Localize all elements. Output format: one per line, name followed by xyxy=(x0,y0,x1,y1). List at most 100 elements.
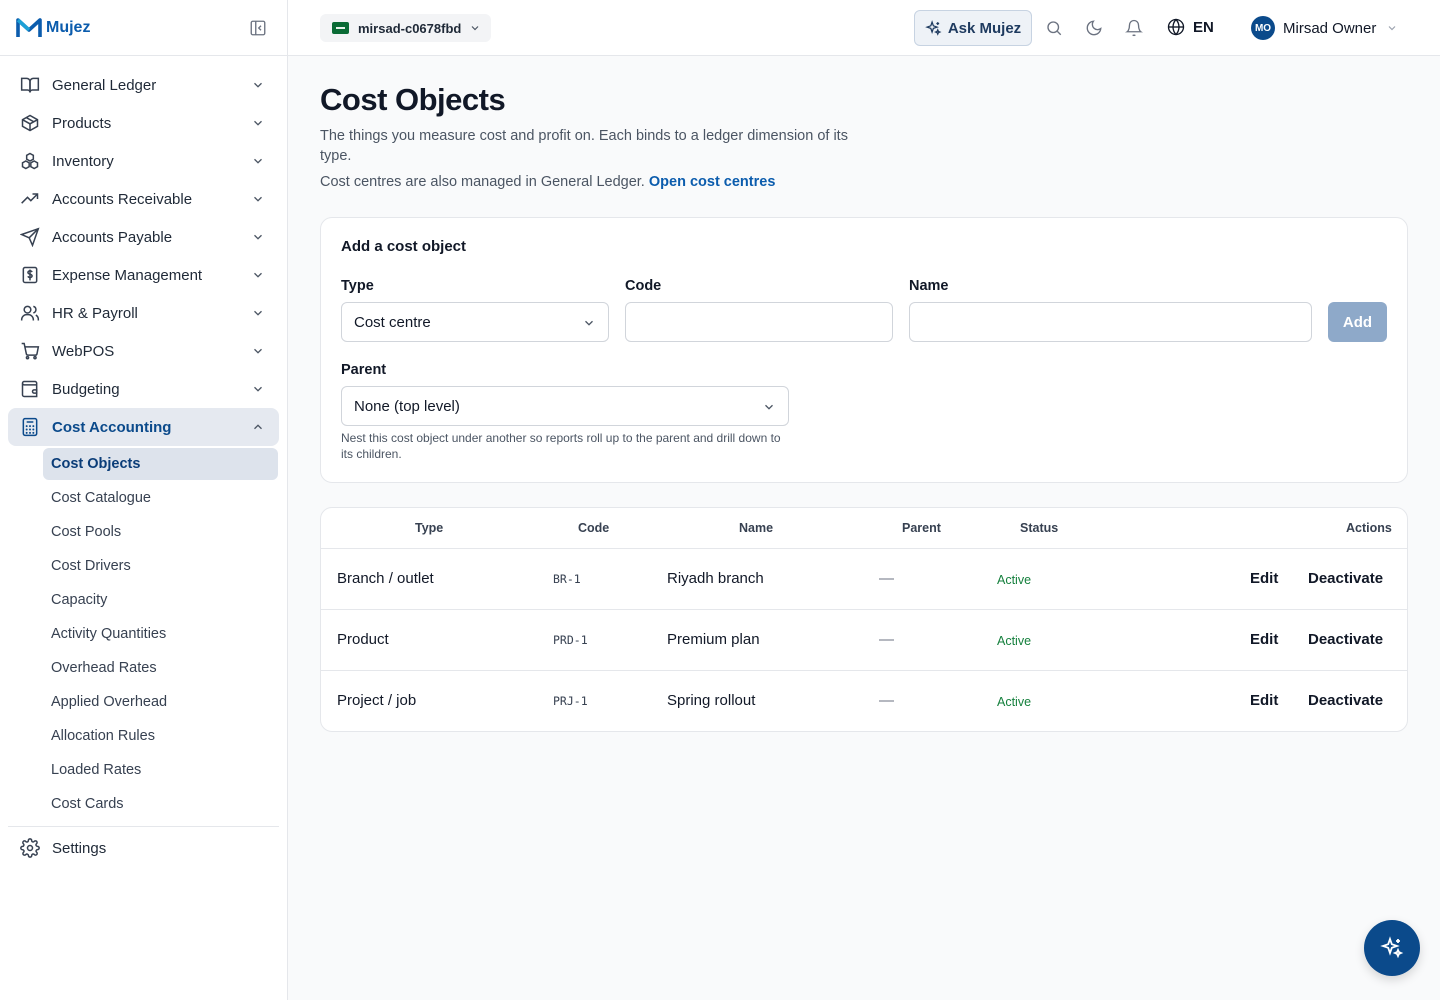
type-select[interactable]: Cost centre xyxy=(341,302,609,342)
subnav-item-allocation-rules[interactable]: Allocation Rules xyxy=(43,720,278,752)
chevron-down-icon xyxy=(254,310,262,316)
add-button[interactable]: Add xyxy=(1328,302,1387,342)
page-description: The things you measure cost and profit o… xyxy=(320,128,848,164)
sidebar-item-inventory[interactable]: Inventory xyxy=(8,142,279,180)
sidebar-item-cost-accounting[interactable]: Cost Accounting xyxy=(8,408,279,446)
column-header-parent[interactable]: Parent xyxy=(902,521,941,535)
search-icon[interactable] xyxy=(1045,19,1063,37)
wallet-icon xyxy=(21,380,38,398)
cell-code: PRD-1 xyxy=(553,633,588,647)
add-cost-object-form: Add a cost object Type Cost centre Code … xyxy=(320,217,1408,483)
column-header-actions: Actions xyxy=(1346,521,1392,535)
cell-type: Product xyxy=(337,631,389,648)
page-title: Cost Objects xyxy=(320,82,506,117)
language-label: EN xyxy=(1193,18,1214,36)
users-icon xyxy=(20,305,40,321)
sidebar-item-label: HR & Payroll xyxy=(52,304,138,322)
chevron-down-icon xyxy=(254,158,262,164)
bell-icon[interactable] xyxy=(1125,19,1143,37)
edit-button[interactable]: Edit xyxy=(1250,570,1278,587)
cell-code: BR-1 xyxy=(553,572,581,586)
ask-mujez-label: Ask Mujez xyxy=(947,19,1022,37)
sidebar-item-accounts-receivable[interactable]: Accounts Receivable xyxy=(8,180,279,218)
chevron-down-icon xyxy=(254,82,262,88)
chevron-down-icon xyxy=(254,348,262,354)
subnav-item-cost-drivers[interactable]: Cost Drivers xyxy=(43,550,278,582)
moon-icon[interactable] xyxy=(1085,19,1103,37)
org-switcher[interactable]: mirsad-c0678fbd xyxy=(320,14,492,42)
sidebar-item-settings[interactable]: Settings xyxy=(8,829,279,867)
cell-parent: — xyxy=(879,570,894,587)
subnav-item-cost-objects[interactable]: Cost Objects xyxy=(43,448,278,480)
cost-objects-table: Type Code Name Parent Status Actions Bra… xyxy=(320,507,1408,732)
column-header-status[interactable]: Status xyxy=(1020,521,1058,535)
sparkles-icon xyxy=(924,19,942,36)
subnav-item-cost-catalogue[interactable]: Cost Catalogue xyxy=(43,482,278,514)
type-label: Type xyxy=(341,278,374,294)
sidebar-item-products[interactable]: Products xyxy=(8,104,279,142)
ai-assistant-fab[interactable] xyxy=(1364,920,1420,976)
parent-label: Parent xyxy=(341,362,387,378)
cost-accounting-subnav: Cost Objects Cost Catalogue Cost Pools C… xyxy=(0,448,287,820)
language-switcher[interactable]: EN xyxy=(1167,18,1214,36)
brand: Mujez xyxy=(0,0,287,56)
cell-code: PRJ-1 xyxy=(553,694,588,708)
chevron-down-icon xyxy=(765,404,773,410)
sidebar-item-budgeting[interactable]: Budgeting xyxy=(8,370,279,408)
brand-name: Mujez xyxy=(46,18,91,36)
sidebar-item-accounts-payable[interactable]: Accounts Payable xyxy=(8,218,279,256)
globe-icon xyxy=(1167,18,1185,36)
sidebar-item-label: Settings xyxy=(52,839,107,857)
subnav-item-cost-cards[interactable]: Cost Cards xyxy=(43,788,278,820)
chevron-down-icon xyxy=(254,196,262,202)
column-header-code[interactable]: Code xyxy=(578,521,609,535)
sidebar-item-label: Cost Accounting xyxy=(52,418,172,436)
sidebar-divider xyxy=(8,826,279,827)
subnav-item-overhead-rates[interactable]: Overhead Rates xyxy=(43,652,278,684)
top-bar: mirsad-c0678fbd Ask Mujez EN MO Mirsad O… xyxy=(288,0,1440,56)
name-input[interactable] xyxy=(909,302,1312,342)
column-header-name[interactable]: Name xyxy=(739,521,773,535)
deactivate-button[interactable]: Deactivate xyxy=(1308,570,1383,587)
sidebar-item-expense-management[interactable]: Expense Management xyxy=(8,256,279,294)
cell-name: Premium plan xyxy=(667,631,760,648)
chevron-down-icon xyxy=(1388,26,1396,31)
form-title: Add a cost object xyxy=(341,238,467,255)
sidebar-item-general-ledger[interactable]: General Ledger xyxy=(8,66,279,104)
collapse-sidebar-icon[interactable] xyxy=(249,19,267,37)
sidebar-item-webpos[interactable]: WebPOS xyxy=(8,332,279,370)
table-row: Product PRD-1 Premium plan — Active Edit… xyxy=(321,610,1407,671)
parent-help-text: Nest this cost object under another so r… xyxy=(341,431,781,461)
deactivate-button[interactable]: Deactivate xyxy=(1308,631,1383,648)
book-icon xyxy=(20,77,40,93)
chevron-down-icon xyxy=(471,26,479,31)
sidebar-item-label: Accounts Receivable xyxy=(52,190,193,208)
user-menu[interactable]: MO Mirsad Owner xyxy=(1251,16,1398,40)
sparkles-icon xyxy=(1380,936,1404,959)
flag-icon xyxy=(332,22,349,34)
subnav-item-activity-quantities[interactable]: Activity Quantities xyxy=(43,618,278,650)
edit-button[interactable]: Edit xyxy=(1250,631,1278,648)
sidebar: Mujez General Ledger Products Inventory … xyxy=(0,0,288,1000)
code-input[interactable] xyxy=(625,302,893,342)
column-header-type[interactable]: Type xyxy=(415,521,443,535)
status-badge: Active xyxy=(997,634,1032,648)
table-row: Project / job PRJ-1 Spring rollout — Act… xyxy=(321,671,1407,731)
open-cost-centres-link[interactable]: Open cost centres xyxy=(649,174,776,190)
subnav-item-applied-overhead[interactable]: Applied Overhead xyxy=(43,686,278,718)
sidebar-item-label: Accounts Payable xyxy=(52,228,173,246)
sidebar-nav: General Ledger Products Inventory Accoun… xyxy=(0,56,287,867)
subnav-item-loaded-rates[interactable]: Loaded Rates xyxy=(43,754,278,786)
chevron-down-icon xyxy=(585,320,593,326)
ask-mujez-button[interactable]: Ask Mujez xyxy=(914,10,1032,46)
edit-button[interactable]: Edit xyxy=(1250,692,1278,709)
subnav-item-capacity[interactable]: Capacity xyxy=(43,584,278,616)
deactivate-button[interactable]: Deactivate xyxy=(1308,692,1383,709)
parent-select[interactable]: None (top level) xyxy=(341,386,789,426)
subnav-item-cost-pools[interactable]: Cost Pools xyxy=(43,516,278,548)
sidebar-item-hr-payroll[interactable]: HR & Payroll xyxy=(8,294,279,332)
cell-parent: — xyxy=(879,631,894,648)
status-badge: Active xyxy=(997,695,1032,709)
parent-select-value: None (top level) xyxy=(354,397,460,415)
type-select-value: Cost centre xyxy=(354,313,431,331)
